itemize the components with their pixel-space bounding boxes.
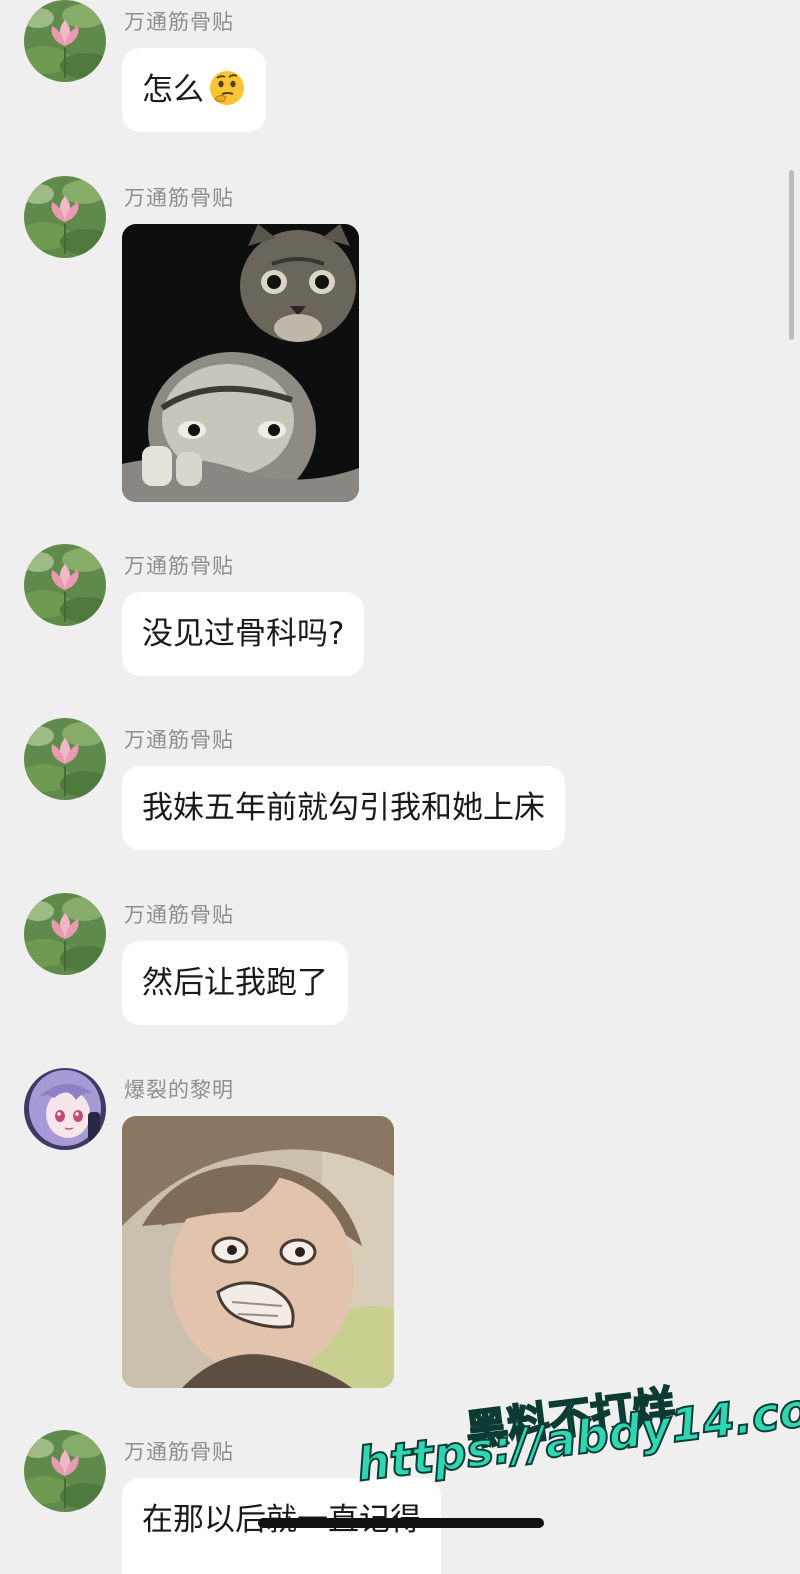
message-bubble[interactable]: 然后让我跑了 [122,941,348,1025]
lotus-avatar[interactable] [24,1430,106,1512]
sender-name: 万通筋骨贴 [124,554,234,578]
lotus-avatar[interactable] [24,0,106,82]
message-bubble[interactable]: 怎么 [122,48,266,132]
sender-name: 万通筋骨贴 [124,186,234,210]
message-text: 怎么 [142,72,204,108]
sender-name: 万通筋骨贴 [124,903,234,927]
sender-name: 万通筋骨贴 [124,728,234,752]
message-bubble[interactable]: 我妹五年前就勾引我和她上床 [122,766,565,850]
message-bubble[interactable]: 没见过骨科吗? [122,592,365,676]
message-text: 然后让我跑了 [142,965,328,1001]
sender-name: 万通筋骨贴 [124,10,234,34]
anime-girl-avatar[interactable] [24,1068,106,1150]
lotus-avatar[interactable] [24,544,106,626]
lotus-avatar[interactable] [24,893,106,975]
cat-and-person-meme-image[interactable] [122,224,359,502]
message-text: 我妹五年前就勾引我和她上床 [142,790,545,826]
thinking-face-emoji-icon [210,71,244,105]
home-indicator[interactable] [258,1518,544,1528]
lotus-avatar[interactable] [24,176,106,258]
shocked-anime-boy-image[interactable] [122,1116,394,1388]
sender-name: 爆裂的黎明 [124,1078,234,1102]
sender-name: 万通筋骨贴 [124,1440,234,1464]
scrollbar-thumb[interactable] [789,170,794,340]
chat-message-list[interactable]: 万通筋骨贴 怎么 万通筋骨贴 万通筋骨贴 没见过骨科吗? 万通筋骨贴 我妹五年前… [0,0,800,1574]
lotus-avatar[interactable] [24,718,106,800]
message-text: 没见过骨科吗? [142,616,345,652]
